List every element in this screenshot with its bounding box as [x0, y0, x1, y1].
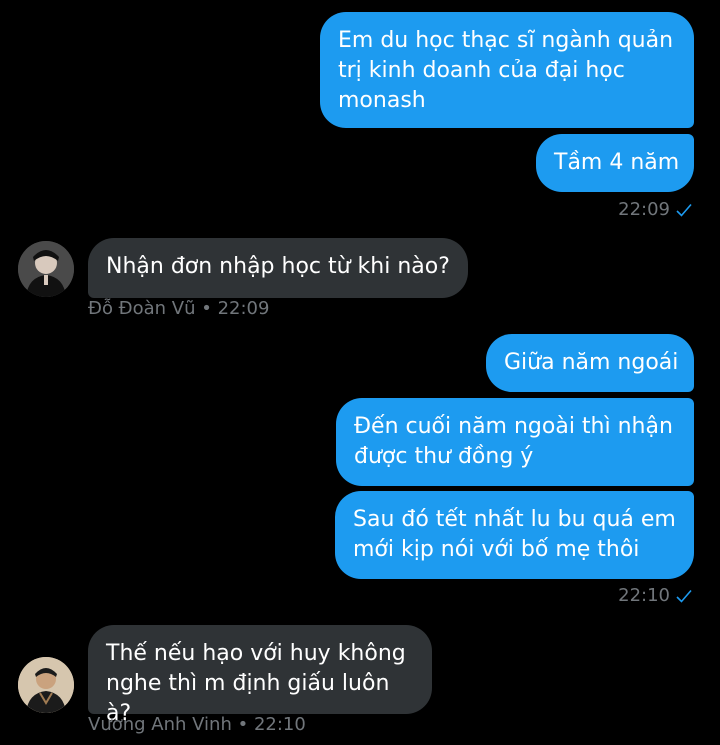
outgoing-message[interactable]: Giữa năm ngoái: [486, 334, 694, 392]
message-text: Giữa năm ngoái: [504, 350, 679, 375]
user-avatar-image: [18, 241, 74, 297]
sender-meta: Vương Anh Vinh • 22:10: [88, 714, 306, 735]
message-text: Tầm 4 năm: [554, 150, 680, 175]
outgoing-message[interactable]: Đến cuối năm ngoài thì nhận được thư đồn…: [336, 398, 694, 486]
message-text: Đến cuối năm ngoài thì nhận được thư đồn…: [354, 414, 673, 469]
read-check-icon: [676, 203, 692, 217]
incoming-message[interactable]: Thế nếu hạo với huy không nghe thì m địn…: [88, 625, 432, 726]
message-timestamp: 22:09: [618, 199, 692, 220]
avatar[interactable]: [18, 241, 74, 297]
outgoing-message[interactable]: Sau đó tết nhất lu bu quá em mới kịp nói…: [335, 491, 694, 579]
message-text: Em du học thạc sĩ ngành quản trị kinh do…: [338, 28, 674, 113]
outgoing-message[interactable]: Em du học thạc sĩ ngành quản trị kinh do…: [320, 12, 694, 128]
user-avatar-image: [18, 657, 74, 713]
read-check-icon: [676, 589, 692, 603]
timestamp-text: 22:09: [618, 199, 670, 220]
sender-meta: Đỗ Đoàn Vũ • 22:09: [88, 298, 270, 319]
incoming-message[interactable]: Nhận đơn nhập học từ khi nào?: [88, 238, 468, 298]
avatar[interactable]: [18, 657, 74, 713]
message-text: Nhận đơn nhập học từ khi nào?: [106, 254, 450, 279]
message-timestamp: 22:10: [618, 585, 692, 606]
message-text: Sau đó tết nhất lu bu quá em mới kịp nói…: [353, 507, 676, 562]
timestamp-text: 22:10: [618, 585, 670, 606]
outgoing-message[interactable]: Tầm 4 năm: [536, 134, 694, 192]
